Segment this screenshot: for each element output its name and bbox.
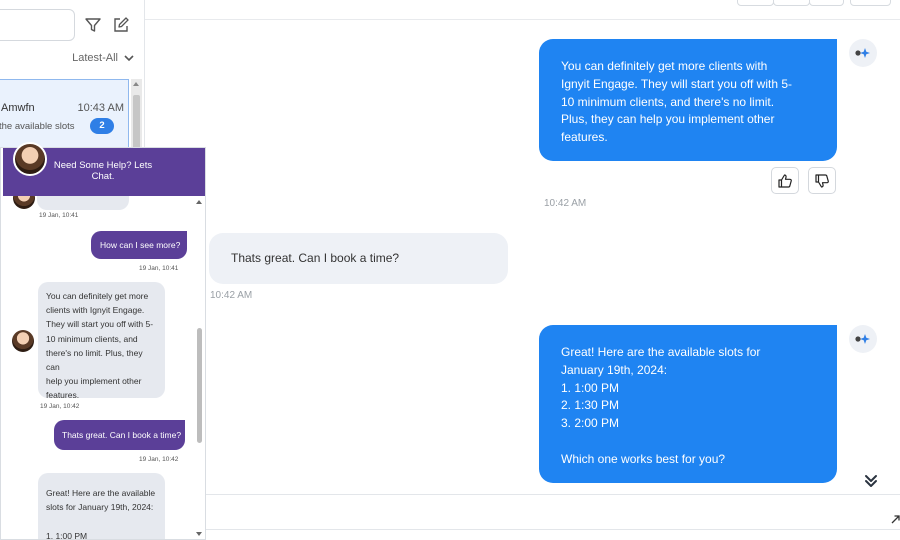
composer-divider xyxy=(205,529,900,530)
sort-label: Latest-All xyxy=(72,52,118,64)
thumbs-down-button[interactable] xyxy=(808,167,836,194)
message-incoming: Thats great. Can I book a time? xyxy=(209,233,508,284)
header-button-3[interactable] xyxy=(809,0,844,6)
filter-icon[interactable] xyxy=(84,16,102,34)
agent-avatar xyxy=(12,330,34,352)
sort-dropdown[interactable]: Latest-All xyxy=(72,52,134,64)
message-time: 10:42 AM xyxy=(210,290,253,301)
widget-message-time: 19 Jan, 10:41 xyxy=(139,265,179,272)
widget-message-incoming: You can definitely get more clients with… xyxy=(38,282,165,400)
chevron-down-icon xyxy=(124,55,134,62)
scroll-to-bottom-icon[interactable] xyxy=(862,472,880,490)
scrollbar-thumb[interactable] xyxy=(197,328,202,443)
chat-widget: Need Some Help? Lets Chat. 19 Jan, 10:41… xyxy=(0,142,206,540)
message-composer[interactable] xyxy=(205,494,900,540)
expand-icon[interactable] xyxy=(891,515,900,524)
chat-header xyxy=(145,0,900,20)
conversation-name: Amwfn xyxy=(1,102,35,114)
conversation-list-scrollbar[interactable] xyxy=(131,79,142,149)
scroll-up-arrow-icon[interactable] xyxy=(133,82,139,86)
thumbs-down-icon xyxy=(815,173,829,188)
app-root: Latest-All Amwfn 10:43 AM the available … xyxy=(0,0,900,540)
scroll-up-arrow-icon[interactable] xyxy=(196,200,202,204)
conversation-time: 10:43 AM xyxy=(77,102,124,114)
scrollbar-thumb[interactable] xyxy=(133,95,140,149)
compose-icon[interactable] xyxy=(112,16,130,34)
agent-avatar xyxy=(13,142,47,176)
conversation-item[interactable]: Amwfn 10:43 AM the available slots 2 xyxy=(0,79,129,149)
message-time: 10:42 AM xyxy=(544,198,587,209)
widget-message-outgoing: Thats great. Can I book a time? xyxy=(54,420,185,450)
widget-message-time: 19 Jan, 10:42 xyxy=(40,403,80,410)
chat-widget-title: Need Some Help? Lets Chat. xyxy=(53,160,153,182)
widget-message-outgoing: How can I see more? xyxy=(91,231,187,259)
widget-message-incoming xyxy=(37,196,129,210)
widget-message-time: 19 Jan, 10:42 xyxy=(139,456,179,463)
conversation-preview: the available slots xyxy=(0,121,75,132)
ai-sparkle-icon[interactable] xyxy=(849,325,877,353)
search-input[interactable] xyxy=(0,9,75,41)
chat-widget-messages: 19 Jan, 10:41 How can I see more? 19 Jan… xyxy=(1,196,205,539)
thumbs-up-button[interactable] xyxy=(771,167,799,194)
thumbs-up-icon xyxy=(778,173,792,188)
header-button-4[interactable] xyxy=(850,0,891,6)
message-outgoing: Great! Here are the available slots for … xyxy=(539,325,837,483)
chat-widget-header[interactable]: Need Some Help? Lets Chat. xyxy=(3,142,205,196)
header-button-2[interactable] xyxy=(773,0,810,6)
chat-widget-scrollbar[interactable] xyxy=(195,198,204,539)
message-outgoing: You can definitely get more clients with… xyxy=(539,39,837,161)
widget-message-time: 19 Jan, 10:41 xyxy=(39,212,79,219)
ai-sparkle-icon[interactable] xyxy=(849,39,877,67)
header-button-1[interactable] xyxy=(737,0,774,6)
widget-message-incoming: Great! Here are the available slots for … xyxy=(38,473,165,539)
agent-avatar xyxy=(13,196,35,209)
unread-badge: 2 xyxy=(90,118,114,134)
scroll-down-arrow-icon[interactable] xyxy=(196,532,202,536)
